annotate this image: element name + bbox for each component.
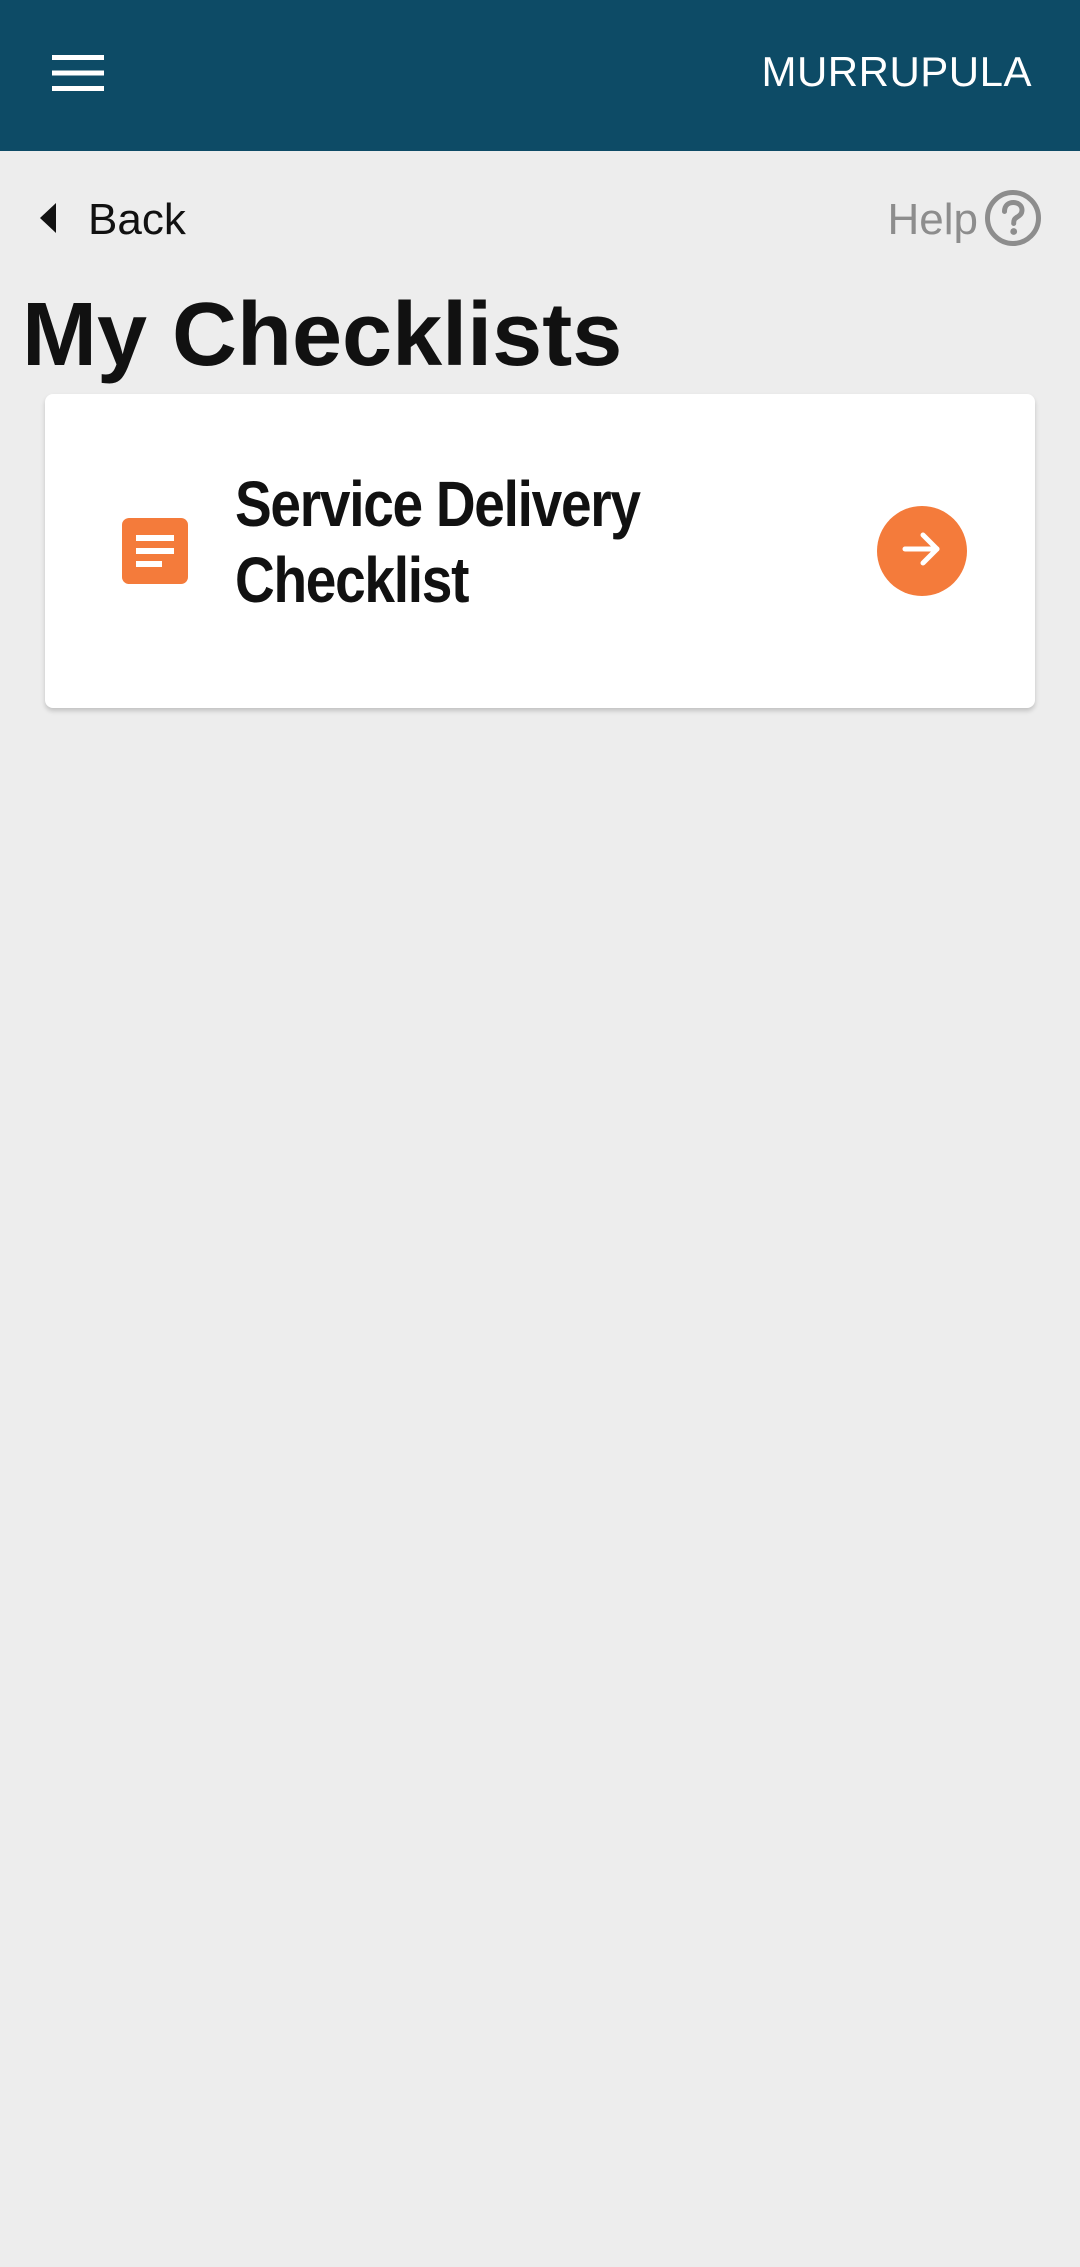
question-circle-icon bbox=[984, 189, 1042, 252]
back-label: Back bbox=[88, 195, 186, 244]
hamburger-menu-icon bbox=[52, 54, 104, 96]
help-button[interactable]: Help bbox=[888, 186, 1043, 254]
document-icon bbox=[122, 518, 188, 589]
menu-button[interactable] bbox=[36, 37, 120, 113]
app-title: MURRUPULA bbox=[761, 48, 1032, 95]
app-bar: MURRUPULA bbox=[0, 0, 1080, 151]
help-label: Help bbox=[887, 195, 979, 244]
arrow-right-icon bbox=[897, 524, 947, 579]
page-title: My Checklists bbox=[22, 285, 623, 385]
caret-left-icon bbox=[40, 202, 58, 238]
back-button[interactable]: Back bbox=[40, 185, 186, 255]
checklist-card-service-delivery[interactable]: Service Delivery Checklist bbox=[45, 394, 1035, 708]
open-checklist-button[interactable] bbox=[877, 506, 967, 596]
checklist-title: Service Delivery Checklist bbox=[235, 468, 641, 616]
